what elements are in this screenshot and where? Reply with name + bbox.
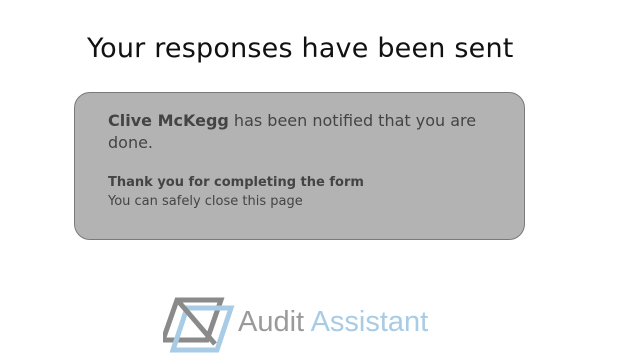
notifier-name: Clive McKegg	[108, 111, 229, 130]
notification-message: Clive McKegg has been notified that you …	[108, 110, 508, 154]
thank-you-heading: Thank you for completing the form	[108, 175, 364, 190]
brand-word-assistant: Assistant	[310, 306, 429, 338]
brand-logo: Audit Assistant	[163, 296, 453, 354]
confirmation-card: Clive McKegg has been notified that you …	[74, 92, 525, 240]
brand-name: Audit Assistant	[238, 306, 428, 339]
close-page-hint: You can safely close this page	[108, 194, 303, 209]
brand-word-audit: Audit	[238, 306, 305, 338]
audit-assistant-logo-icon	[163, 297, 235, 353]
page-title: Your responses have been sent	[87, 33, 514, 64]
